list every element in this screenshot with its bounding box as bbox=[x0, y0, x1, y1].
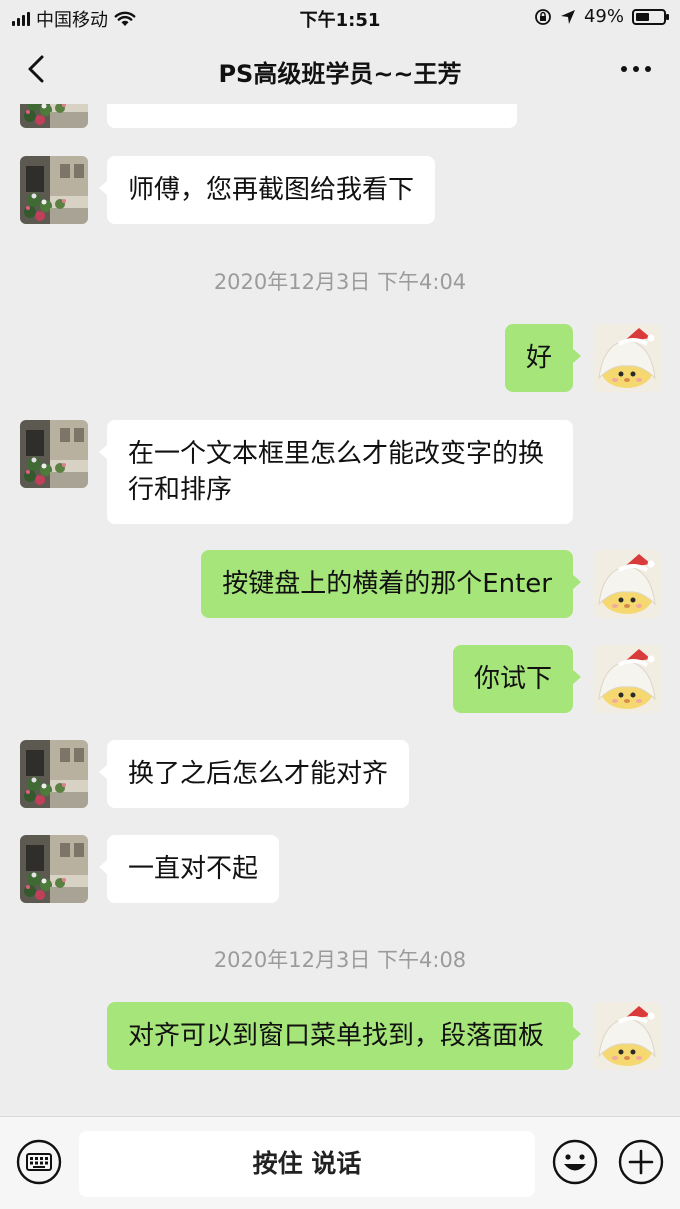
hold-to-talk-button[interactable]: 按住 说话 bbox=[79, 1131, 535, 1197]
contact-avatar[interactable] bbox=[20, 835, 88, 903]
battery-icon bbox=[632, 8, 669, 25]
message-bubble[interactable]: 按键盘上的横着的那个Enter bbox=[201, 550, 581, 618]
contact-avatar[interactable] bbox=[20, 420, 88, 488]
message-bubble[interactable] bbox=[107, 104, 517, 128]
my-avatar[interactable] bbox=[593, 645, 661, 713]
message-bubble[interactable]: 你试下 bbox=[452, 645, 582, 713]
chat-title: PS高级班学员~~王芳 bbox=[218, 60, 462, 88]
emoji-icon[interactable] bbox=[552, 1139, 598, 1185]
status-right: 49% bbox=[534, 6, 669, 27]
message-bubble[interactable]: 师傅，您再截图给我看下 bbox=[98, 156, 436, 224]
my-avatar[interactable] bbox=[593, 324, 661, 392]
contact-avatar[interactable] bbox=[20, 740, 88, 808]
plus-icon[interactable] bbox=[618, 1139, 664, 1185]
location-icon bbox=[560, 9, 575, 24]
message-timestamp: 2020年12月3日 下午4:04 bbox=[213, 270, 467, 294]
orientation-lock-icon bbox=[535, 8, 551, 25]
battery-fill bbox=[636, 12, 649, 21]
battery-percent: 49% bbox=[583, 6, 624, 27]
message-timestamp: 2020年12月3日 下午4:08 bbox=[213, 948, 467, 972]
message-bubble[interactable]: 在一个文本框里怎么才能改变字的换行和排序 bbox=[99, 420, 573, 524]
message-bubble[interactable]: 对齐可以到窗口菜单找到，段落面板 bbox=[107, 1002, 581, 1070]
keyboard-icon[interactable] bbox=[16, 1139, 62, 1185]
message-bubble[interactable]: 一直对不起 bbox=[98, 835, 280, 903]
contact-avatar[interactable] bbox=[20, 104, 88, 128]
message-bubble[interactable]: 好 bbox=[504, 324, 582, 392]
my-avatar[interactable] bbox=[593, 550, 661, 618]
contact-avatar[interactable] bbox=[20, 156, 88, 224]
input-bar: 按住 说话 bbox=[0, 1116, 680, 1209]
message-bubble[interactable]: 换了之后怎么才能对齐 bbox=[98, 740, 410, 808]
my-avatar[interactable] bbox=[593, 1002, 661, 1070]
more-icon[interactable] bbox=[616, 56, 656, 82]
status-bar: 中国移动 下午1:51 49% bbox=[0, 0, 680, 34]
navigation-bar: PS高级班学员~~王芳 bbox=[0, 34, 680, 104]
chat-area[interactable]: 师傅，您再截图给我看下 2020年12月3日 下午4:04 好 在一个文本框里怎… bbox=[0, 104, 680, 1116]
